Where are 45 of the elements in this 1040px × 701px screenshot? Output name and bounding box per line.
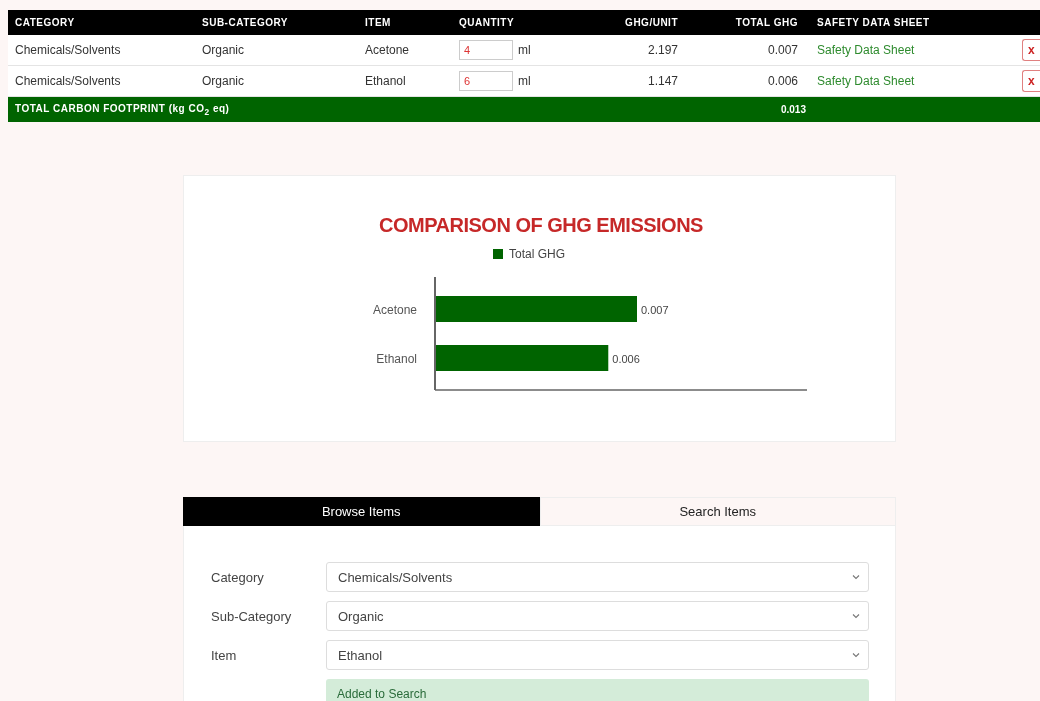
total-value: 0.013	[779, 104, 807, 115]
table-cell-text: 0.006	[766, 74, 799, 88]
column-header: GHG/UNIT	[624, 17, 679, 28]
field-label: Category	[211, 569, 265, 585]
tab[interactable]: Browse Items	[183, 497, 540, 526]
table-cell-text: Chemicals/Solvents	[14, 74, 122, 88]
safety-data-sheet-link[interactable]: Safety Data Sheet	[817, 43, 915, 57]
column-header: QUANTITY	[458, 17, 516, 28]
table-cell-text: 2.197	[646, 43, 679, 57]
data-label: 0.006	[612, 353, 640, 365]
table-cell-text: Acetone	[364, 43, 411, 57]
unit-label: ml	[518, 43, 531, 57]
dropdown[interactable]: Chemicals/Solvents	[326, 562, 869, 592]
dropdown[interactable]: Organic	[326, 601, 869, 631]
delete-button[interactable]: x	[1022, 70, 1040, 92]
category-label: Ethanol	[376, 352, 417, 366]
total-label: TOTAL CARBON FOOTPRINT (kg CO$_{2}$ eq)	[14, 102, 231, 117]
chart-title: COMPARISON OF GHG EMISSIONS	[379, 214, 703, 236]
chevron-down-icon	[852, 613, 860, 619]
chevron-down-icon	[852, 574, 860, 580]
data-label: 0.007	[641, 304, 669, 316]
table-cell-text: Ethanol	[364, 74, 407, 88]
chevron-down-icon	[852, 652, 860, 658]
legend-label: Total GHG	[509, 247, 565, 261]
table-cell-text: Organic	[201, 74, 246, 88]
column-header: ITEM	[364, 17, 392, 28]
quantity-field[interactable]: 4	[459, 40, 513, 60]
table-cell-text: 1.147	[646, 74, 679, 88]
column-header: TOTAL GHG	[734, 17, 799, 28]
field-label: Item	[211, 647, 238, 663]
safety-data-sheet-link[interactable]: Safety Data Sheet	[817, 74, 915, 88]
success-alert: Added to Search	[326, 679, 869, 701]
column-header: CATEGORY	[14, 17, 76, 28]
unit-label: ml	[518, 74, 531, 88]
table-cell-text: Organic	[201, 43, 246, 57]
field-label: Sub-Category	[211, 608, 293, 624]
column-header: SAFETY DATA SHEET	[816, 17, 931, 28]
dropdown[interactable]: Ethanol	[326, 640, 869, 670]
table-cell-text: Chemicals/Solvents	[14, 43, 122, 57]
quantity-field[interactable]: 6	[459, 71, 513, 91]
column-header: SUB-CATEGORY	[201, 17, 289, 28]
tab[interactable]: Search Items	[539, 497, 896, 526]
table-cell-text: 0.007	[766, 43, 799, 57]
category-label: Acetone	[372, 303, 417, 317]
delete-button[interactable]: x	[1022, 39, 1040, 61]
